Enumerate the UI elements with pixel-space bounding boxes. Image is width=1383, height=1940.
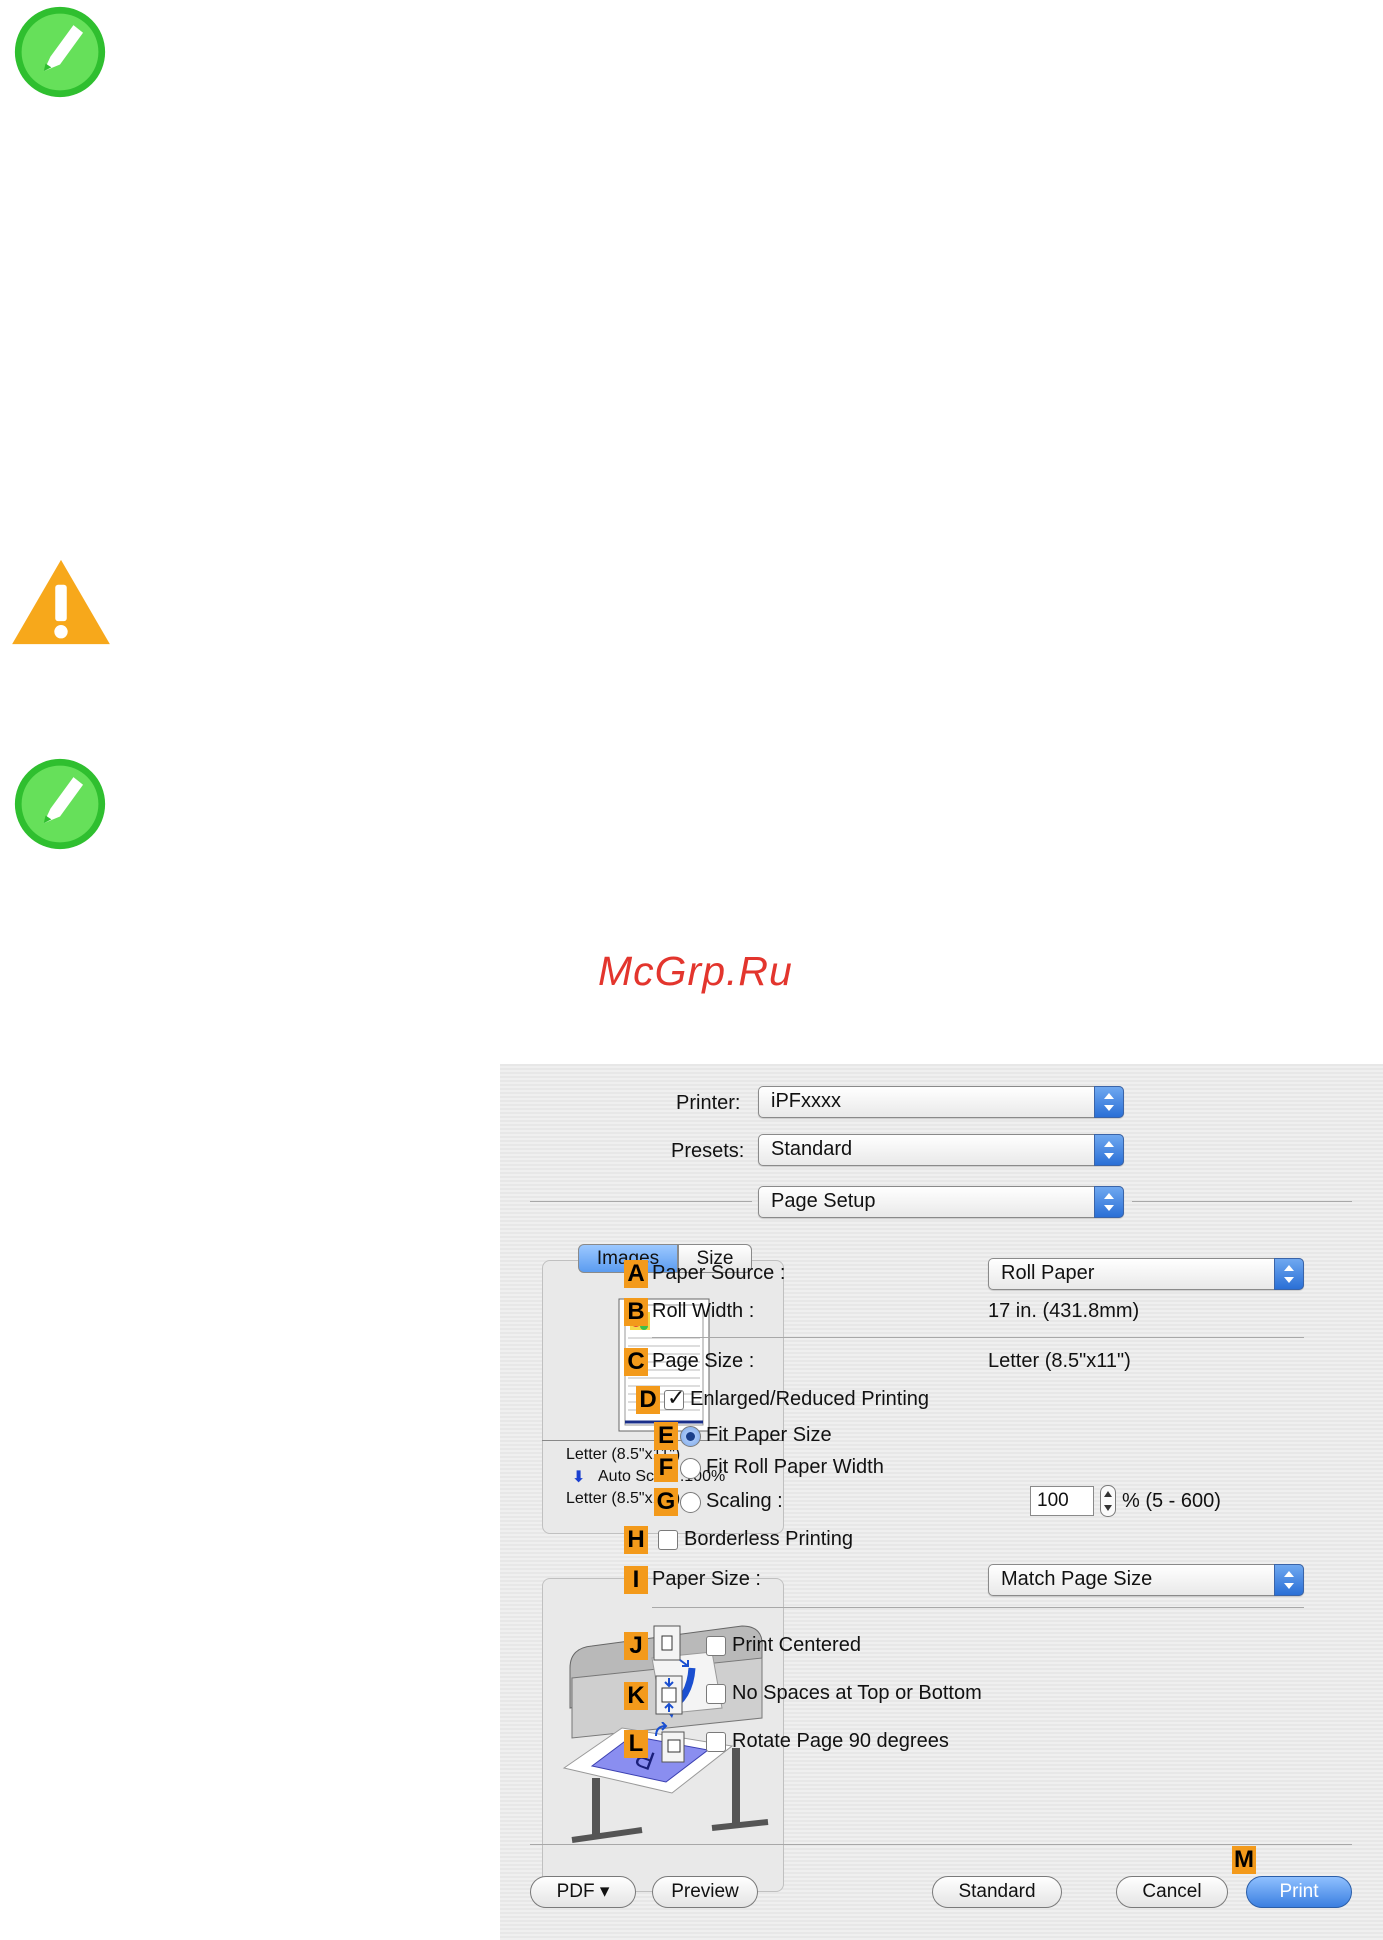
roll-width-label: Roll Width : <box>652 1300 755 1322</box>
badge-l: L <box>624 1730 648 1758</box>
scaling-stepper[interactable] <box>1100 1485 1116 1517</box>
fit-paper-size-radio[interactable] <box>680 1426 701 1447</box>
scaling-label: Scaling : <box>706 1490 783 1512</box>
borderless-printing-label: Borderless Printing <box>684 1528 853 1550</box>
badge-f: F <box>654 1454 678 1482</box>
badge-h: H <box>624 1526 648 1554</box>
fit-paper-size-label: Fit Paper Size <box>706 1424 832 1446</box>
note-pencil-icon <box>14 6 106 98</box>
popup-arrows-icon <box>1094 1134 1124 1166</box>
panel-value: Page Setup <box>771 1190 876 1212</box>
printer-popup[interactable]: iPFxxxx <box>758 1086 1124 1118</box>
printer-value: iPFxxxx <box>771 1090 841 1112</box>
badge-m: M <box>1232 1846 1256 1874</box>
checkmark-icon: ✓ <box>667 1385 686 1410</box>
divider <box>652 1607 1304 1608</box>
badge-g: G <box>654 1488 678 1516</box>
rotate-page-icon <box>655 1722 685 1763</box>
pdf-button[interactable]: PDF ▾ <box>530 1876 636 1908</box>
popup-arrows-icon <box>1094 1186 1124 1218</box>
presets-value: Standard <box>771 1138 853 1160</box>
enlarged-reduced-checkbox[interactable]: ✓ <box>664 1385 685 1410</box>
caution-warning-icon <box>12 559 110 645</box>
paper-size-label: Paper Size : <box>652 1568 761 1590</box>
badge-i: I <box>624 1566 648 1594</box>
print-centered-icon <box>653 1625 689 1667</box>
no-spaces-icon <box>655 1675 683 1715</box>
print-centered-checkbox[interactable] <box>706 1636 726 1656</box>
print-dialog: Printer: iPFxxxx Presets: Standard Page … <box>500 1064 1383 1940</box>
divider <box>1132 1201 1352 1202</box>
panel-popup[interactable]: Page Setup <box>758 1186 1124 1218</box>
arrow-down-icon: ⬇ <box>572 1469 586 1486</box>
popup-arrows-icon <box>1274 1564 1304 1596</box>
preview-button[interactable]: Preview <box>652 1876 758 1908</box>
badge-j: J <box>624 1632 648 1660</box>
borderless-printing-checkbox[interactable] <box>658 1530 678 1550</box>
note-pencil-icon <box>14 758 106 850</box>
presets-popup[interactable]: Standard <box>758 1134 1124 1166</box>
no-spaces-checkbox[interactable] <box>706 1684 726 1704</box>
fit-roll-paper-width-label: Fit Roll Paper Width <box>706 1456 884 1478</box>
page-size-value: Letter (8.5"x11") <box>988 1350 1131 1372</box>
printer-label: Printer: <box>676 1092 741 1114</box>
roll-width-value: 17 in. (431.8mm) <box>988 1300 1140 1322</box>
badge-k: K <box>624 1682 648 1710</box>
badge-a: A <box>624 1260 648 1288</box>
badge-d: D <box>636 1386 660 1414</box>
cancel-button[interactable]: Cancel <box>1116 1876 1228 1908</box>
rotate-page-label: Rotate Page 90 degrees <box>732 1730 949 1752</box>
print-button[interactable]: Print <box>1246 1876 1352 1908</box>
watermark-text: McGrp.Ru <box>598 948 793 994</box>
scaling-input[interactable]: 100 <box>1030 1486 1094 1516</box>
popup-arrows-icon <box>1094 1086 1124 1118</box>
divider <box>530 1844 1352 1845</box>
badge-b: B <box>624 1298 648 1326</box>
paper-source-value: Roll Paper <box>1001 1262 1095 1284</box>
paper-size-value: Match Page Size <box>1001 1568 1153 1590</box>
paper-size-popup[interactable]: Match Page Size <box>988 1564 1304 1596</box>
scaling-range-text: % (5 - 600) <box>1122 1490 1221 1512</box>
no-spaces-label: No Spaces at Top or Bottom <box>732 1682 982 1704</box>
popup-arrows-icon <box>1274 1258 1304 1290</box>
enlarged-reduced-label: Enlarged/Reduced Printing <box>690 1388 930 1410</box>
badge-c: C <box>624 1348 648 1376</box>
divider <box>652 1337 1304 1338</box>
divider <box>530 1201 752 1202</box>
presets-label: Presets: <box>671 1140 745 1162</box>
rotate-page-checkbox[interactable] <box>706 1732 726 1752</box>
paper-source-label: Paper Source : <box>652 1262 786 1284</box>
fit-roll-paper-width-radio[interactable] <box>680 1458 701 1479</box>
page-size-label: Page Size : <box>652 1350 755 1372</box>
badge-e: E <box>654 1422 678 1450</box>
scaling-radio[interactable] <box>680 1492 701 1513</box>
print-centered-label: Print Centered <box>732 1634 861 1656</box>
paper-source-popup[interactable]: Roll Paper <box>988 1258 1304 1290</box>
standard-button[interactable]: Standard <box>932 1876 1062 1908</box>
